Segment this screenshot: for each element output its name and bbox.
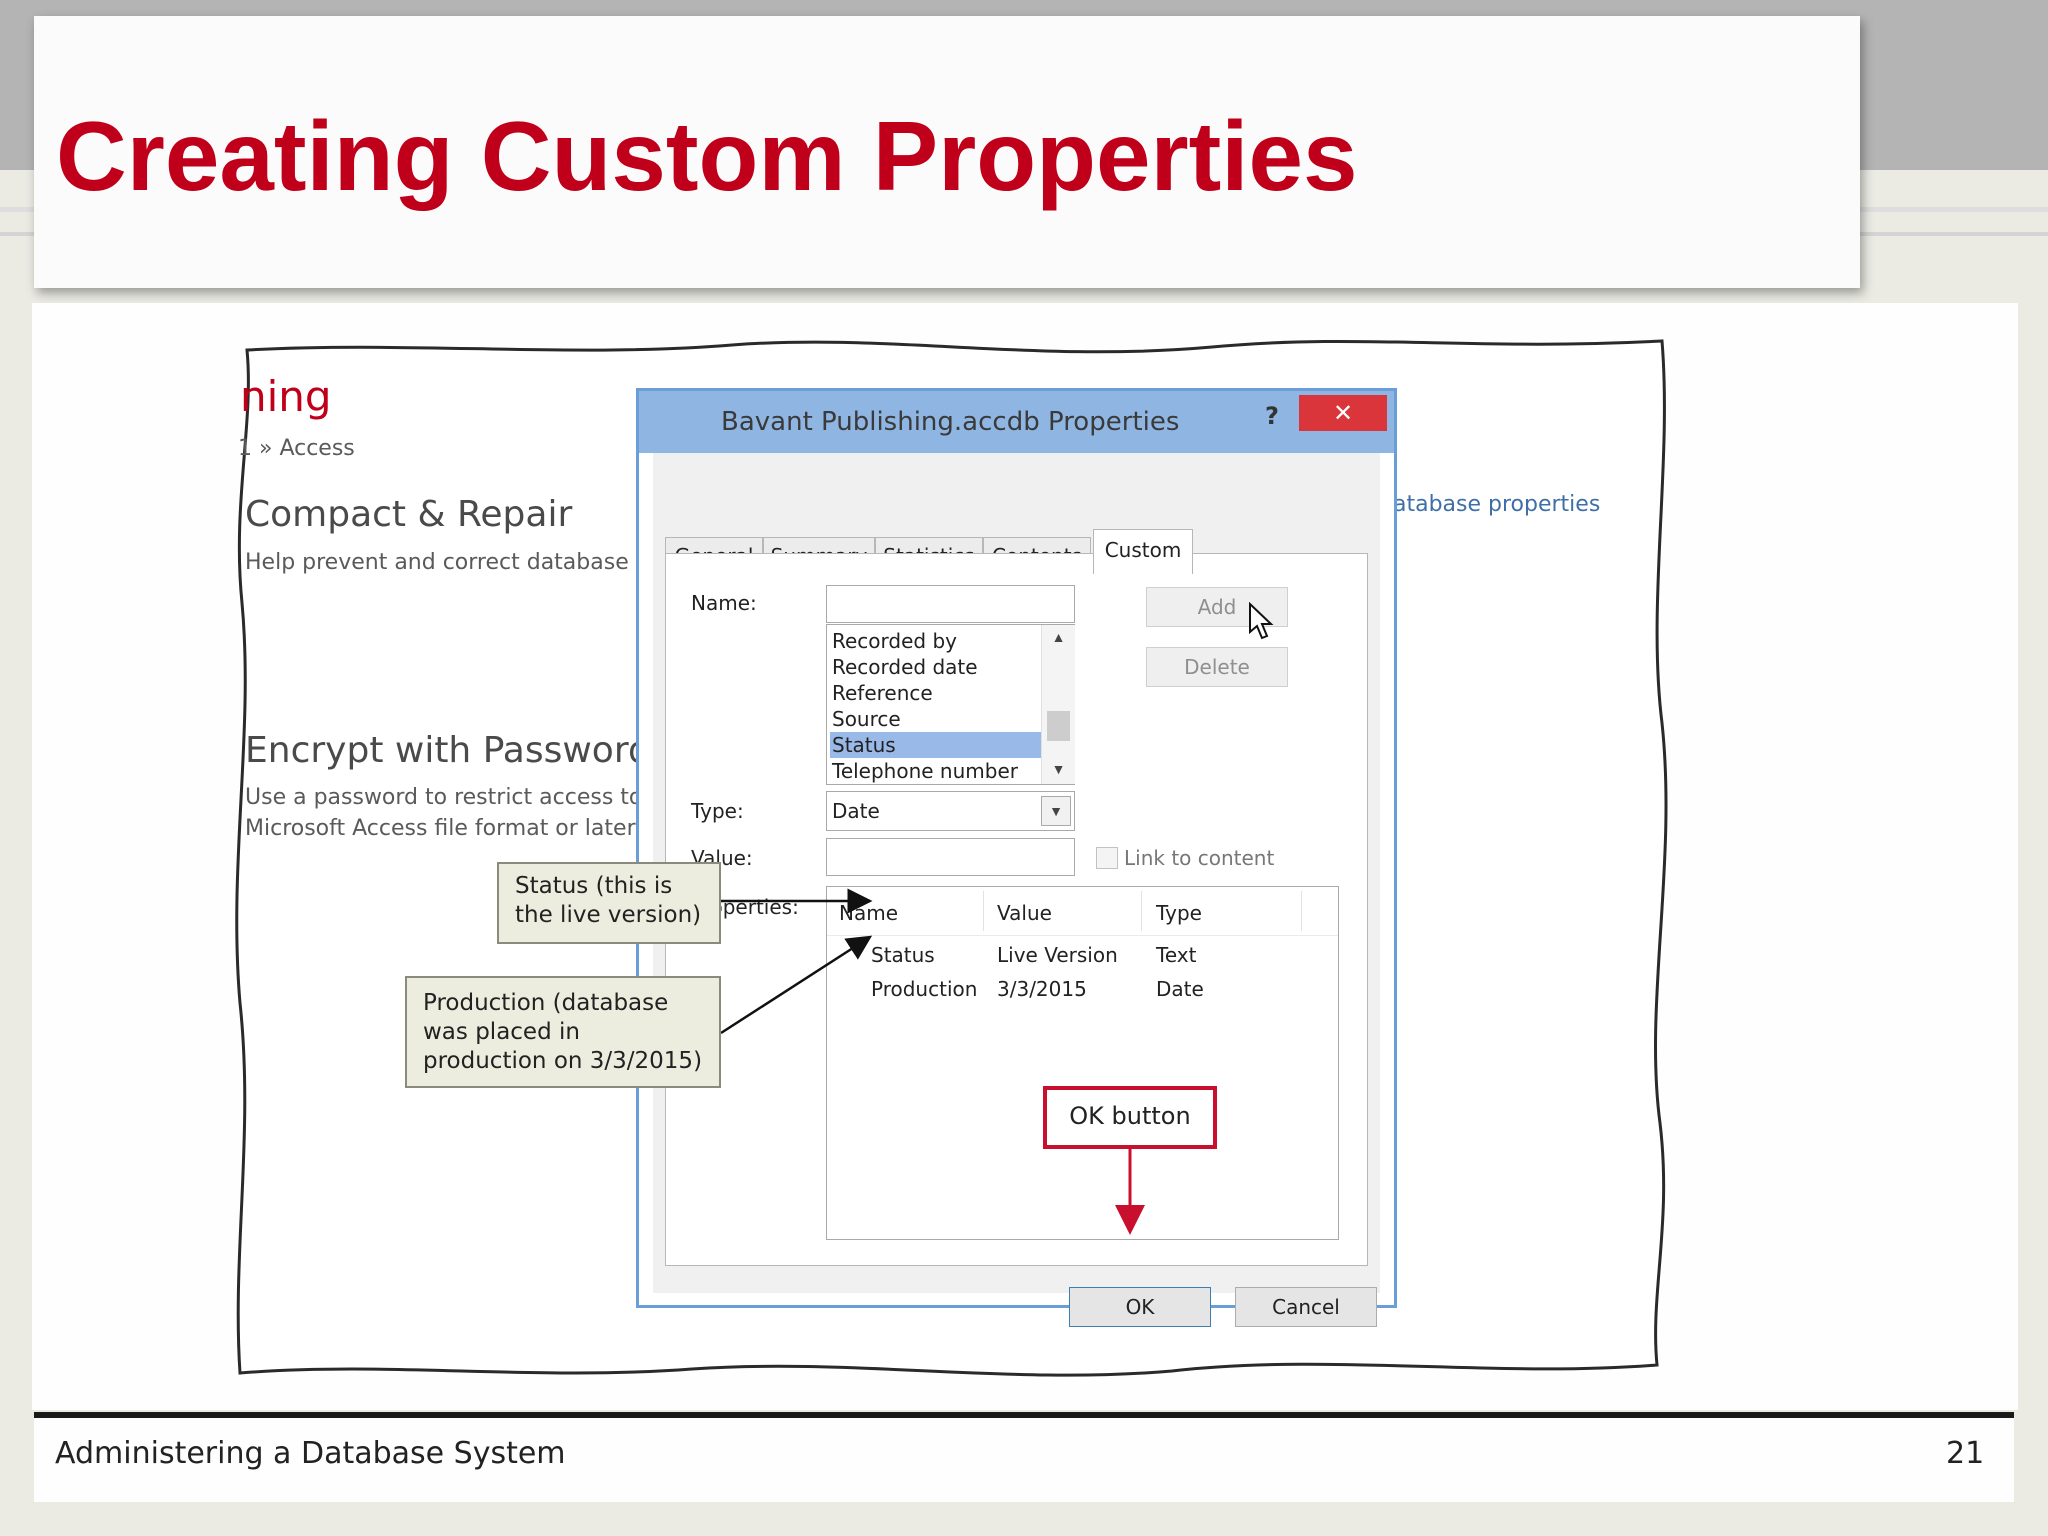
production-callout-line2: was placed in	[423, 1019, 580, 1045]
production-callout: Production (database was placed in produ…	[405, 976, 721, 1088]
status-callout-line1: Status (this is	[515, 873, 673, 899]
tab-custom[interactable]: Custom	[1093, 529, 1193, 574]
ok-button-callout: OK button	[1043, 1086, 1217, 1149]
production-callout-line1: Production (database	[423, 990, 669, 1016]
production-callout-line3: production on 3/3/2015)	[423, 1048, 703, 1074]
footer-course-title: Administering a Database System	[55, 1436, 566, 1471]
status-callout: Status (this is the live version)	[497, 862, 721, 944]
status-callout-line2: the live version)	[515, 902, 702, 928]
page-number: 21	[1946, 1436, 1985, 1471]
production-arrow	[720, 935, 873, 1035]
callout-arrows	[720, 888, 1145, 1235]
